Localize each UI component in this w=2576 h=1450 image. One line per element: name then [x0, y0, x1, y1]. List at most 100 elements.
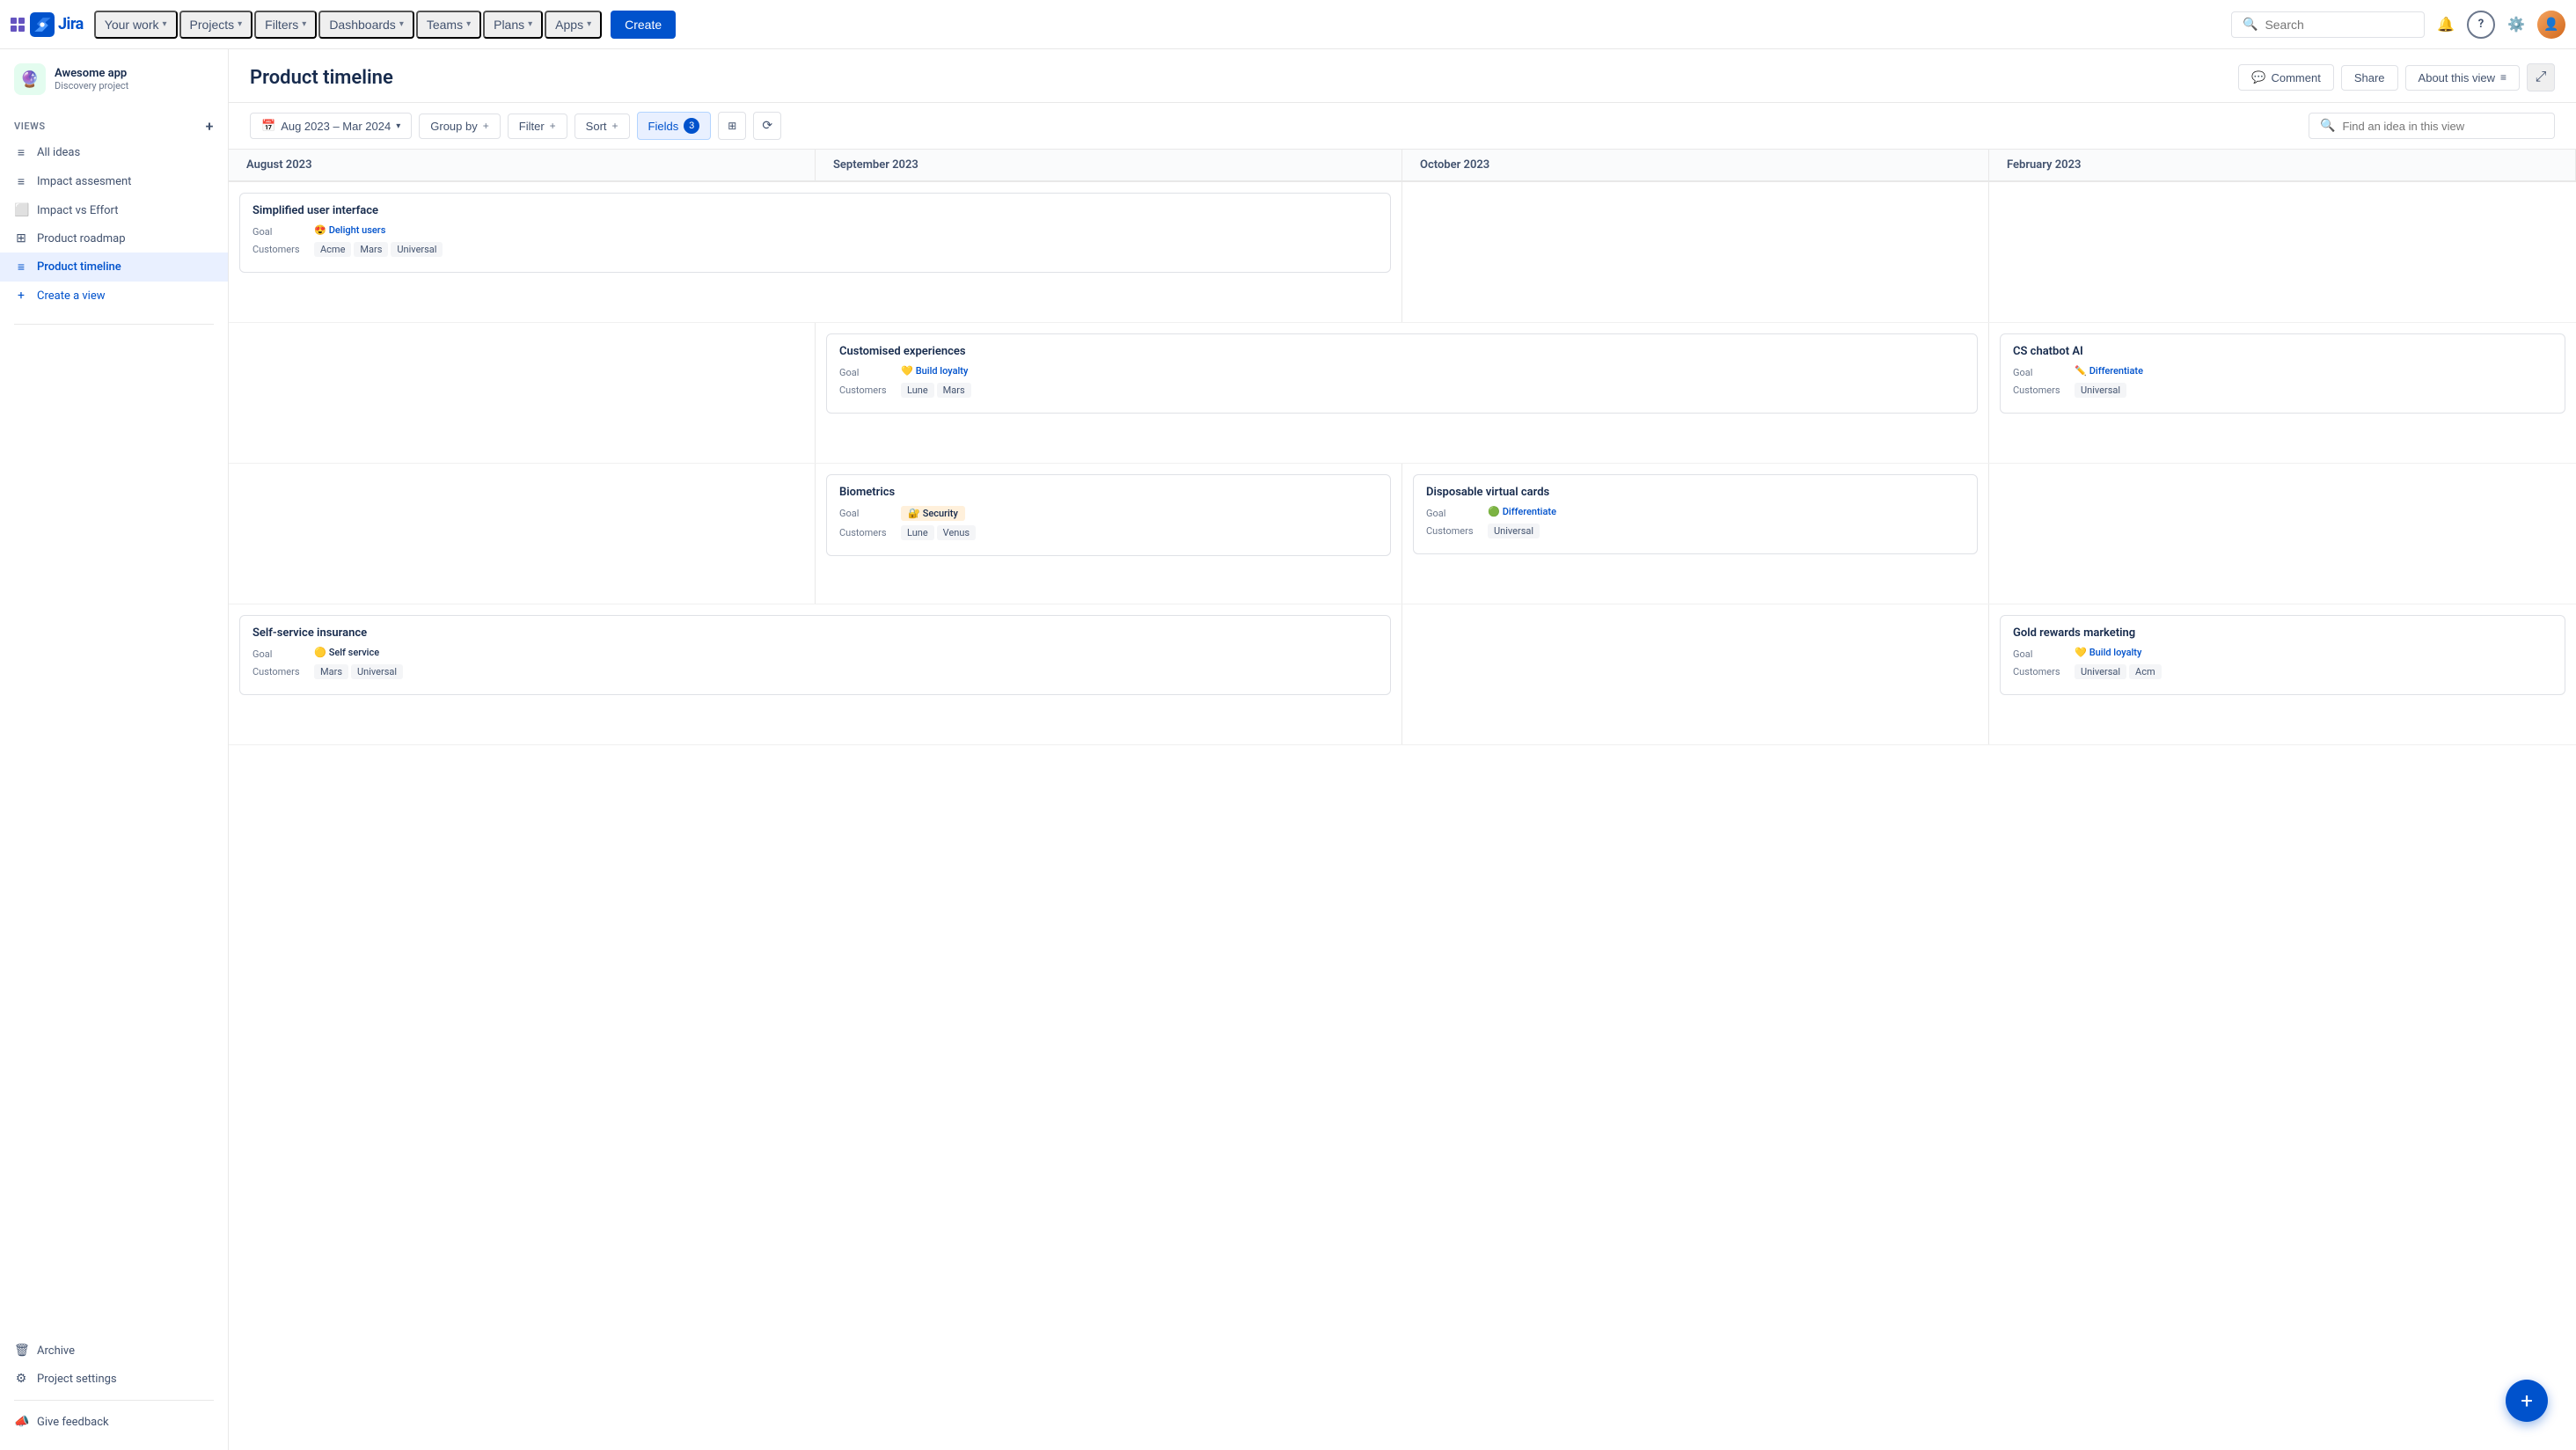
sidebar-item-impact-effort[interactable]: ⬜ Impact vs Effort: [0, 196, 228, 224]
customer-tag: Universal: [351, 664, 403, 679]
goal-value: ✏️ Differentiate: [2075, 365, 2143, 377]
nav-teams[interactable]: Teams ▾: [416, 11, 481, 39]
chevron-down-icon: ▾: [399, 19, 404, 29]
goal-value: 💛 Build loyalty: [2075, 647, 2141, 658]
header-actions: 💬 Comment Share About this view ≡ ⤢: [2238, 63, 2555, 92]
sidebar-item-create-view[interactable]: + Create a view: [0, 282, 228, 310]
customers-label: Customers: [839, 525, 896, 538]
card-customised-experiences[interactable]: Customised experiences Goal 💛 Build loya…: [826, 333, 1978, 414]
search-ideas-input[interactable]: [2342, 120, 2543, 133]
jira-logo[interactable]: Jira: [30, 12, 84, 37]
card-goal-row: Goal 😍 Delight users: [252, 224, 1378, 238]
sidebar-item-product-timeline[interactable]: ≡ Product timeline: [0, 253, 228, 282]
goal-emoji: 🟡: [314, 647, 326, 658]
goal-link[interactable]: 💛 Build loyalty: [901, 365, 968, 377]
goal-link[interactable]: 😍 Delight users: [314, 224, 385, 236]
card-self-service-insurance[interactable]: Self-service insurance Goal 🟡 Self servi…: [239, 615, 1391, 695]
goal-link[interactable]: ✏️ Differentiate: [2075, 365, 2143, 377]
card-simplified-ui[interactable]: Simplified user interface Goal 😍 Delight…: [239, 193, 1391, 273]
nav-projects[interactable]: Projects ▾: [179, 11, 253, 39]
card-cs-chatbot[interactable]: CS chatbot AI Goal ✏️ Differentiate: [2000, 333, 2565, 414]
view-options-button[interactable]: ⊞: [718, 112, 746, 140]
sidebar-item-give-feedback[interactable]: 📣 Give feedback: [0, 1408, 228, 1436]
search-icon: 🔍: [2243, 18, 2258, 32]
create-button[interactable]: Create: [611, 11, 676, 39]
search-icon: 🔍: [2320, 119, 2335, 133]
nav-dashboards[interactable]: Dashboards ▾: [318, 11, 414, 39]
customer-tag: Lune: [901, 383, 934, 398]
settings-button[interactable]: ⚙️: [2502, 11, 2530, 39]
timeline-cell-1-2: Simplified user interface Goal 😍 Delight…: [229, 182, 1402, 322]
chevron-down-icon: ▾: [528, 19, 532, 29]
customers-label: Customers: [2013, 383, 2069, 396]
grid-menu-icon[interactable]: [11, 18, 25, 32]
expand-button[interactable]: ⤢: [2527, 63, 2555, 92]
customers-label: Customers: [252, 242, 309, 255]
goal-link[interactable]: 🟡 Self service: [314, 647, 379, 658]
sidebar-item-archive[interactable]: 🗑 Archive: [0, 1336, 228, 1365]
sidebar-item-product-roadmap[interactable]: ⊞ Product roadmap: [0, 224, 228, 253]
search-input[interactable]: [2265, 18, 2413, 32]
card-title: Customised experiences: [839, 345, 1965, 358]
goal-value: 🟡 Self service: [314, 647, 379, 658]
help-button[interactable]: ?: [2467, 11, 2495, 39]
add-view-icon[interactable]: +: [206, 118, 214, 135]
card-goal-row: Goal 🟢 Differentiate: [1426, 506, 1965, 519]
customers-value: Acme Mars Universal: [314, 242, 443, 257]
card-goal-row: Goal 🟡 Self service: [252, 647, 1378, 660]
chevron-down-icon: ▾: [466, 19, 471, 29]
chevron-down-icon: ▾: [163, 19, 167, 29]
group-by-button[interactable]: Group by +: [419, 114, 501, 139]
plus-icon: +: [483, 120, 489, 132]
user-avatar[interactable]: 👤: [2537, 11, 2565, 39]
card-biometrics[interactable]: Biometrics Goal 🔐 Security Custo: [826, 474, 1391, 556]
toolbar: 📅 Aug 2023 – Mar 2024 ▾ Group by + Filte…: [229, 103, 2576, 150]
goal-link[interactable]: 🔐 Security: [901, 506, 965, 521]
timeline-col-sep: September 2023: [816, 150, 1402, 180]
goal-link[interactable]: 🟢 Differentiate: [1488, 506, 1556, 517]
search-box[interactable]: 🔍: [2231, 11, 2425, 38]
nav-plans[interactable]: Plans ▾: [483, 11, 543, 39]
main-content: Product timeline 💬 Comment Share About t…: [229, 49, 2576, 1450]
card-gold-rewards[interactable]: Gold rewards marketing Goal 💛 Build loya…: [2000, 615, 2565, 695]
timeline-cell-r4-4: Gold rewards marketing Goal 💛 Build loya…: [1989, 604, 2576, 744]
about-view-button[interactable]: About this view ≡: [2405, 65, 2520, 91]
comment-button[interactable]: 💬 Comment: [2238, 64, 2334, 91]
calendar-icon: 📅: [261, 119, 275, 133]
chevron-down-icon: ▾: [587, 19, 591, 29]
sort-button[interactable]: Sort +: [574, 114, 630, 139]
project-header[interactable]: 🔮 Awesome app Discovery project: [0, 49, 228, 106]
plus-icon: +: [612, 120, 618, 132]
sidebar-bottom: 🗑 Archive ⚙ Project settings 📣 Give feed…: [0, 1329, 228, 1450]
card-customers-row: Customers Mars Universal: [252, 664, 1378, 679]
sidebar-item-impact-assessment[interactable]: ≡ Impact assesment: [0, 167, 228, 196]
date-range-button[interactable]: 📅 Aug 2023 – Mar 2024 ▾: [250, 113, 412, 139]
timeline-cell-r3-3: Disposable virtual cards Goal 🟢 Differen…: [1402, 464, 1989, 604]
search-inline[interactable]: 🔍: [2309, 113, 2555, 139]
page-header: Product timeline 💬 Comment Share About t…: [229, 49, 2576, 103]
fields-button[interactable]: Fields 3: [637, 112, 712, 140]
card-virtual-cards[interactable]: Disposable virtual cards Goal 🟢 Differen…: [1413, 474, 1978, 554]
customer-tag: Mars: [937, 383, 971, 398]
card-title: Simplified user interface: [252, 204, 1378, 217]
card-customers-row: Customers Lune Mars: [839, 383, 1965, 398]
sidebar-item-all-ideas[interactable]: ≡ All ideas: [0, 138, 228, 167]
notifications-button[interactable]: 🔔: [2432, 11, 2460, 39]
nav-your-work[interactable]: Your work ▾: [94, 11, 178, 39]
list-icon: ≡: [14, 174, 28, 189]
views-section: VIEWS + ≡ All ideas ≡ Impact assesment ⬜…: [0, 106, 228, 317]
goal-value: 😍 Delight users: [314, 224, 385, 236]
project-icon: 🔮: [14, 63, 46, 95]
share-button[interactable]: Share: [2341, 65, 2398, 91]
sidebar-item-project-settings[interactable]: ⚙ Project settings: [0, 1365, 228, 1393]
nav-apps[interactable]: Apps ▾: [545, 11, 602, 39]
create-fab[interactable]: +: [2506, 1380, 2548, 1422]
nav-filters[interactable]: Filters ▾: [254, 11, 317, 39]
list-icon: ≡: [14, 145, 28, 160]
goal-emoji: 😍: [314, 224, 326, 236]
customers-label: Customers: [1426, 524, 1482, 537]
goal-link[interactable]: 💛 Build loyalty: [2075, 647, 2141, 658]
auto-schedule-button[interactable]: ⟳: [753, 112, 781, 140]
customer-tag: Universal: [2075, 383, 2126, 398]
filter-button[interactable]: Filter +: [508, 114, 567, 139]
